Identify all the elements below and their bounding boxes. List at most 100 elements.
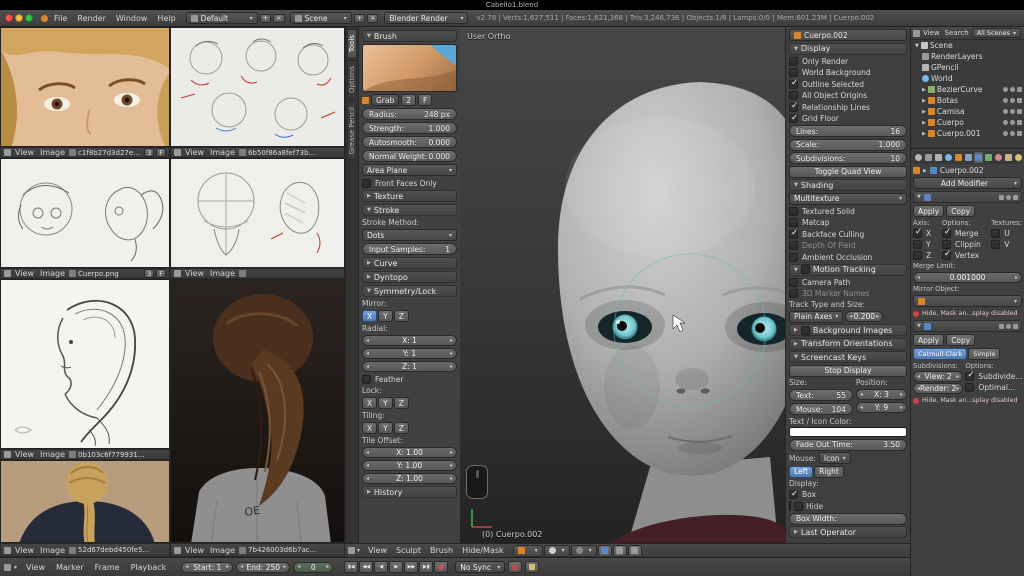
pivot-dropdown[interactable] — [571, 545, 597, 557]
outliner-row-scene[interactable]: Scene — [911, 40, 1024, 51]
increment-arrow-icon[interactable] — [450, 476, 453, 482]
image-editor-canvas-photo-eyes[interactable] — [0, 27, 170, 147]
merge-checkbox[interactable]: Merge — [942, 228, 989, 238]
tab-options[interactable]: Options — [347, 60, 357, 99]
fake-user-button[interactable]: F — [156, 148, 166, 157]
image-editor-canvas-hair-studies[interactable] — [170, 27, 345, 147]
outliner-row-camisa[interactable]: Camisa — [911, 106, 1024, 117]
selectability-toggle[interactable] — [1010, 109, 1015, 114]
outliner-row-world[interactable]: World — [911, 73, 1024, 84]
blender-logo-icon[interactable] — [41, 15, 48, 22]
render-toggle[interactable] — [1017, 98, 1022, 103]
screen-layout-selector[interactable]: Default — [186, 12, 258, 24]
position-x-field[interactable]: X: 3 — [856, 389, 907, 400]
previous-keyframe-button[interactable]: ◀◀ — [359, 561, 373, 573]
tab-tools[interactable]: Tools — [347, 29, 357, 58]
tiling-z-toggle[interactable]: Z — [394, 422, 409, 434]
front-faces-only-checkbox[interactable]: Front Faces Only — [362, 178, 457, 188]
image-filename[interactable]: 7b426003d6b7ac... — [248, 546, 341, 554]
expand-icon[interactable] — [922, 131, 926, 137]
curve-panel-header[interactable]: Curve — [362, 257, 457, 269]
menu-file[interactable]: File — [50, 14, 71, 23]
outliner-view-menu[interactable]: View — [921, 29, 942, 37]
box-width-slider[interactable]: Box Width: — [789, 513, 907, 525]
track-size-field[interactable]: 0.200 — [845, 311, 883, 322]
viewport-shading-dropdown[interactable] — [544, 545, 570, 557]
catmull-clark-toggle[interactable]: Catmull-Clark — [913, 348, 967, 360]
next-keyframe-button[interactable]: ▶▶ — [404, 561, 418, 573]
text-icon-color-swatch[interactable] — [789, 427, 907, 437]
view-subdivisions-field[interactable]: View: 2 — [913, 371, 963, 382]
outliner-row-beziercurve[interactable]: BezierCurve — [911, 84, 1024, 95]
background-images-panel-header[interactable]: Background Images — [789, 324, 907, 336]
render-engine-selector[interactable]: Blender Render — [384, 12, 468, 24]
textured-solid-checkbox[interactable]: Textured Solid — [789, 206, 907, 216]
zoom-button[interactable] — [25, 14, 33, 22]
camera-path-checkbox[interactable]: Camera Path — [789, 277, 907, 287]
outline-selected-checkbox[interactable]: Outline Selected — [789, 79, 907, 89]
keying-set-button[interactable] — [525, 561, 539, 573]
stop-display-button[interactable]: Stop Display — [789, 365, 907, 377]
frame-end-field[interactable]: End: 250 — [236, 562, 290, 573]
world-tab[interactable] — [944, 152, 953, 163]
delete-layout-button[interactable]: × — [273, 14, 284, 23]
selectability-toggle[interactable] — [1010, 120, 1015, 125]
image-filename[interactable]: 52d67debd450fe5... — [78, 546, 166, 554]
selectability-toggle[interactable] — [1010, 131, 1015, 136]
visibility-toggle[interactable] — [1003, 131, 1008, 136]
editor-type-icon[interactable] — [174, 547, 181, 554]
editor-type-icon[interactable] — [913, 30, 920, 37]
brush-users-button[interactable]: 2 — [401, 94, 416, 106]
text-size-slider[interactable]: Text:55 — [789, 389, 853, 401]
visibility-toggle[interactable] — [1003, 98, 1008, 103]
outliner-row-cuerpo-001[interactable]: Cuerpo.001 — [911, 128, 1024, 139]
clipping-checkbox[interactable]: Clippin — [942, 239, 989, 249]
increment-arrow-icon[interactable] — [450, 338, 453, 344]
tiling-y-toggle[interactable]: Y — [378, 422, 393, 434]
view-menu[interactable]: View — [13, 450, 36, 459]
hide-mask-menu[interactable]: Hide/Mask — [458, 546, 508, 555]
render-toggle[interactable] — [1017, 109, 1022, 114]
editor-type-icon[interactable] — [174, 149, 181, 156]
increment-arrow-icon[interactable] — [326, 564, 329, 570]
timeline-marker-menu[interactable]: Marker — [52, 563, 88, 572]
increment-arrow-icon[interactable] — [900, 392, 903, 398]
edit-mode-toggle[interactable] — [1013, 324, 1018, 329]
object-tab[interactable] — [954, 152, 963, 163]
texture-v-checkbox[interactable]: V — [991, 239, 1022, 249]
sculpt-plane-dropdown[interactable]: Area Plane — [362, 164, 457, 176]
view-menu[interactable]: View — [183, 269, 206, 278]
mouse-display-dropdown[interactable]: Icon — [819, 452, 851, 464]
view-menu[interactable]: View — [183, 546, 206, 555]
grid-scale-slider[interactable]: Scale:1.000 — [789, 139, 907, 151]
grid-subdivisions-slider[interactable]: Subdivisions:10 — [789, 152, 907, 164]
particles-tab[interactable] — [1014, 152, 1023, 163]
brush-selector[interactable]: Grab — [371, 94, 399, 106]
feather-checkbox[interactable]: Feather — [362, 374, 457, 384]
image-filename[interactable]: 6b50f86a8fef73b... — [248, 149, 341, 157]
increment-arrow-icon[interactable] — [1015, 275, 1018, 281]
viewport-visibility-toggle[interactable] — [1006, 195, 1011, 200]
view-menu[interactable]: View — [183, 148, 206, 157]
input-samples-slider[interactable]: Input Samples: 1 — [362, 243, 457, 255]
minimize-button[interactable] — [15, 14, 23, 22]
increment-arrow-icon[interactable] — [450, 351, 453, 357]
material-tab[interactable] — [994, 152, 1003, 163]
render-subdivisions-field[interactable]: Render: 2 — [913, 383, 963, 394]
menu-window[interactable]: Window — [112, 14, 152, 23]
render-layers-tab[interactable] — [924, 152, 933, 163]
visibility-toggle[interactable] — [1003, 109, 1008, 114]
shading-panel-header[interactable]: Shading — [789, 179, 907, 191]
fake-user-button[interactable]: F — [156, 269, 166, 278]
tile-offset-y-field[interactable]: Y: 1.00 — [362, 460, 457, 471]
axis-z-checkbox[interactable]: Z — [913, 250, 940, 260]
screencast-keys-panel-header[interactable]: Screencast Keys — [789, 351, 907, 363]
editor-type-icon[interactable] — [4, 564, 11, 571]
increment-arrow-icon[interactable] — [450, 364, 453, 370]
record-button[interactable]: ● — [434, 561, 448, 573]
selectability-toggle[interactable] — [1010, 87, 1015, 92]
image-menu[interactable]: Image — [38, 546, 67, 555]
brush-fake-user-button[interactable]: F — [418, 94, 432, 106]
editor-type-icon[interactable] — [4, 149, 11, 156]
view-menu[interactable]: View — [364, 546, 391, 555]
